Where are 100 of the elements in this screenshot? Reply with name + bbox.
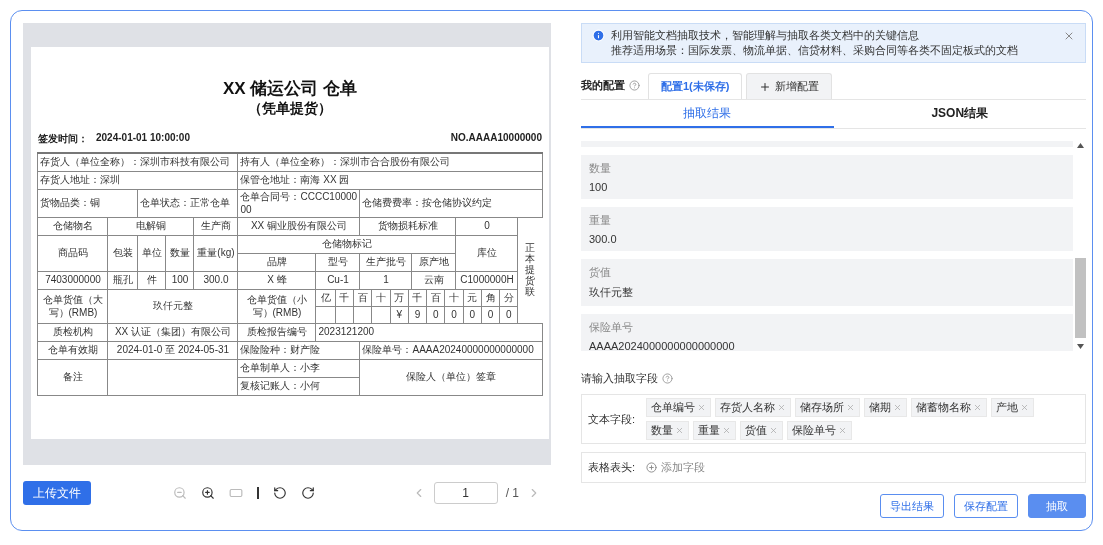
field-tag[interactable]: 产地 <box>991 398 1034 417</box>
table-cell: 云南 <box>412 271 456 290</box>
field-value: 300.0 <box>589 233 618 245</box>
remove-icon[interactable] <box>697 403 706 412</box>
field-label: 数量 <box>589 161 612 176</box>
help-icon[interactable] <box>629 80 640 91</box>
fit-icon[interactable] <box>229 486 243 500</box>
table-cell: 2023121200 <box>316 323 542 342</box>
table-cell: 货物品类：铜 <box>38 189 138 218</box>
field-tag[interactable]: 货值 <box>740 421 783 440</box>
field-tag[interactable]: 储期 <box>864 398 907 417</box>
remove-icon[interactable] <box>846 403 855 412</box>
table-cell: 持有人（单位全称）：深圳市合合股份有限公司 <box>238 153 542 172</box>
remove-icon[interactable] <box>769 426 778 435</box>
result-tab[interactable]: JSON结果 <box>833 100 1086 128</box>
field-tag[interactable]: 数量 <box>646 421 689 440</box>
banner-text: 利用智能文档抽取技术，智能理解与抽取各类文档中的关键信息 <box>611 28 920 43</box>
table-cell: 电解铜 <box>108 217 194 236</box>
text-fields-label: 文本字段: <box>588 411 637 427</box>
table-cell: 复核记账人：小何 <box>238 377 360 396</box>
text-fields-box[interactable]: 文本字段: 仓单编号 存货人名称 储存场所 储期 储蓄物名称 产地 数量 重量 货值 保险单号 <box>581 394 1086 444</box>
table-cell: 品牌 <box>238 253 316 272</box>
amount-unit: 分 <box>499 290 518 307</box>
table-cell: Cu-1 <box>316 271 360 290</box>
rotate-left-icon[interactable] <box>273 486 287 500</box>
amount-digit: 0 <box>444 307 463 323</box>
field-tag[interactable]: 仓单编号 <box>646 398 711 417</box>
amount-digit: 0 <box>499 307 518 323</box>
table-cell: 件 <box>138 271 166 290</box>
table-cell: 存货人（单位全称）：深圳市科技有限公司 <box>38 153 238 172</box>
table-header-label: 表格表头: <box>588 460 637 475</box>
table-cell: 重量(kg) <box>194 235 238 272</box>
field-tag[interactable]: 储蓄物名称 <box>911 398 987 417</box>
scrollbar[interactable] <box>1075 141 1086 351</box>
table-cell: 生产批号 <box>360 253 412 272</box>
remove-icon[interactable] <box>777 403 786 412</box>
table-cell: 仓储物名 <box>38 217 108 236</box>
rotate-right-icon[interactable] <box>301 486 315 500</box>
issue-label: 签发时间： <box>38 132 88 146</box>
field-label: 货值 <box>589 265 612 280</box>
table-cell: 仓单制单人：小李 <box>238 359 360 378</box>
table-cell: 仓单状态：正常仓单 <box>138 189 238 218</box>
document-title: XX 储运公司 仓单 <box>222 78 358 100</box>
upload-button[interactable]: 上传文件 <box>23 481 91 505</box>
config-tab[interactable]: 配置1(未保存) <box>648 73 743 99</box>
table-cell: 保管仓地址：南海 XX 园 <box>238 171 542 190</box>
add-icon <box>646 462 657 473</box>
remove-icon[interactable] <box>1020 403 1029 412</box>
action-button[interactable]: 导出结果 <box>880 494 944 518</box>
amount-unit: 角 <box>480 290 500 307</box>
remove-icon[interactable] <box>973 403 982 412</box>
table-cell: 保险单号：AAAA20240000000000000 <box>360 341 542 360</box>
table-cell: 单位 <box>138 235 166 272</box>
config-label: 我的配置 <box>581 78 625 93</box>
action-button[interactable]: 保存配置 <box>954 494 1018 518</box>
scroll-down-icon[interactable] <box>1077 344 1084 349</box>
remove-icon[interactable] <box>893 403 902 412</box>
table-cell: 0 <box>456 217 518 236</box>
table-cell: 质检报告编号 <box>238 323 316 342</box>
page-field[interactable]: 1 <box>433 482 498 504</box>
amount-unit: 十 <box>444 290 463 307</box>
plus-icon <box>759 80 772 93</box>
help-icon[interactable] <box>662 373 673 384</box>
table-cell: 1 <box>360 271 412 290</box>
field-tag[interactable]: 存货人名称 <box>715 398 791 417</box>
field-tag[interactable]: 储存场所 <box>795 398 860 417</box>
field-tag[interactable]: 保险单号 <box>787 421 852 440</box>
amount-unit: 亿 <box>316 290 335 307</box>
field-value: 玖仟元整 <box>589 285 634 300</box>
page-total: / 1 <box>505 486 519 500</box>
table-cell: 仓单合同号：CCCC1000000 <box>238 189 360 218</box>
remove-icon[interactable] <box>722 426 731 435</box>
table-cell: X 蜂 <box>238 271 316 290</box>
scroll-up-icon[interactable] <box>1077 143 1084 148</box>
field-tag[interactable]: 重量 <box>693 421 736 440</box>
amount-digit: 9 <box>407 307 427 323</box>
amount-digit: ¥ <box>389 307 408 323</box>
remove-icon[interactable] <box>838 426 847 435</box>
table-cell: 仓储物标记 <box>238 235 456 254</box>
close-icon[interactable] <box>1063 30 1075 42</box>
table-cell: 仓单货值（小写）(RMB) <box>238 289 316 324</box>
table-cell: XX 铜业股份有限公司 <box>238 217 360 236</box>
info-icon <box>592 29 605 42</box>
table-cell: 2024-01-0 至 2024-05-31 <box>108 341 238 360</box>
table-cell: 质检机构 <box>38 323 108 342</box>
add-field-button[interactable]: 添加字段 <box>646 456 705 479</box>
amount-unit: 万 <box>389 290 408 307</box>
fields-title: 请输入抽取字段 <box>581 371 658 386</box>
zoom-out-icon[interactable] <box>173 486 187 500</box>
result-tab[interactable]: 抽取结果 <box>581 100 834 128</box>
table-cell: 数量 <box>166 235 194 272</box>
table-cell: 仓单有效期 <box>38 341 108 360</box>
amount-unit: 元 <box>462 290 481 307</box>
table-cell: 存货人地址：深圳 <box>38 171 238 190</box>
zoom-in-icon[interactable] <box>201 486 215 500</box>
field-label: 重量 <box>589 213 612 228</box>
banner-text: 推荐适用场景：国际发票、物流单据、信贷材料、采购合同等各类不固定板式的文档 <box>611 43 1019 58</box>
field-value: AAAA2024000000000000000 <box>589 340 736 351</box>
remove-icon[interactable] <box>675 426 684 435</box>
config-tab[interactable]: 新增配置 <box>746 73 833 99</box>
